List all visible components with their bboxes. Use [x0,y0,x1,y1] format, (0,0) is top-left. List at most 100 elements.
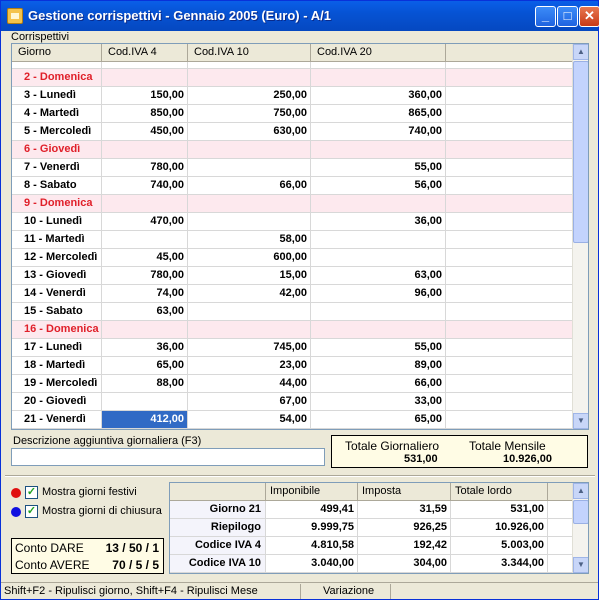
table-row[interactable]: 20 - Giovedì 67,00 33,00 [12,393,574,411]
iva20-cell[interactable]: 36,00 [311,213,446,230]
scroll-thumb[interactable] [573,61,588,243]
iva4-cell[interactable]: 780,00 [102,159,188,176]
iva4-cell[interactable]: 450,00 [102,123,188,140]
summary-header-imponibile[interactable]: Imponibile [266,483,358,501]
iva20-cell[interactable]: 66,00 [311,375,446,392]
scroll-down-icon[interactable]: ▼ [573,413,588,429]
scroll-thumb[interactable] [573,500,588,524]
iva10-cell[interactable]: 600,00 [188,249,311,266]
iva4-cell[interactable] [102,141,188,158]
table-row[interactable]: 10 - Lunedì 470,00 36,00 [12,213,574,231]
iva4-cell[interactable] [102,393,188,410]
table-row[interactable]: 6 - Giovedì [12,141,574,159]
iva4-cell[interactable] [102,195,188,212]
table-row[interactable]: 8 - Sabato 740,00 66,00 56,00 [12,177,574,195]
iva10-cell[interactable] [188,141,311,158]
iva20-cell[interactable]: 55,00 [311,339,446,356]
summary-row[interactable]: Giorno 21 499,41 31,59 531,00 [170,501,574,519]
column-header-iva4[interactable]: Cod.IVA 4 [102,44,188,62]
iva20-cell[interactable] [311,231,446,248]
iva10-cell[interactable] [188,159,311,176]
iva10-cell[interactable]: 54,00 [188,411,311,428]
iva20-cell[interactable] [311,303,446,320]
table-row[interactable]: 2 - Domenica [12,69,574,87]
iva4-cell[interactable]: 36,00 [102,339,188,356]
iva20-cell[interactable]: 360,00 [311,87,446,104]
table-row[interactable]: 22 - Sabato [12,429,574,430]
iva10-cell[interactable]: 250,00 [188,87,311,104]
iva20-cell[interactable]: 33,00 [311,393,446,410]
summary-row[interactable]: Codice IVA 4 4.810,58 192,42 5.003,00 [170,537,574,555]
summary-header-totale-lordo[interactable]: Totale lordo [451,483,548,501]
iva10-cell[interactable]: 67,00 [188,393,311,410]
table-row[interactable]: 16 - Domenica [12,321,574,339]
table-row[interactable]: 19 - Mercoledì 88,00 44,00 66,00 [12,375,574,393]
table-row[interactable]: 5 - Mercoledì 450,00 630,00 740,00 [12,123,574,141]
table-row[interactable]: 1 - Sabato [12,62,574,69]
summary-row[interactable]: Riepilogo mensile9.999,75926,2510.926,00 [170,519,574,550]
column-header-iva10[interactable]: Cod.IVA 10 [188,44,311,62]
iva10-cell[interactable] [188,429,311,430]
checkbox-show-holidays[interactable]: ✓ [25,486,38,499]
iva20-cell[interactable] [311,249,446,266]
iva10-cell[interactable]: 42,00 [188,285,311,302]
iva4-cell[interactable]: 74,00 [102,285,188,302]
iva10-cell[interactable] [188,62,311,68]
iva10-cell[interactable]: 58,00 [188,231,311,248]
iva10-cell[interactable] [188,303,311,320]
maximize-button[interactable]: □ [557,6,578,27]
scroll-up-icon[interactable]: ▲ [573,483,588,499]
iva10-cell[interactable]: 66,00 [188,177,311,194]
description-input[interactable] [11,448,325,466]
iva20-cell[interactable] [311,195,446,212]
iva4-cell[interactable]: 150,00 [102,87,188,104]
iva4-cell[interactable]: 412,00 [102,411,188,428]
iva10-cell[interactable]: 750,00 [188,105,311,122]
corrispettivi-grid[interactable]: Giorno Cod.IVA 4 Cod.IVA 10 Cod.IVA 20 1… [11,43,589,430]
table-row[interactable]: 13 - Giovedì 780,00 15,00 63,00 [12,267,574,285]
table-row[interactable]: 12 - Mercoledì 45,00 600,00 [12,249,574,267]
iva20-cell[interactable]: 89,00 [311,357,446,374]
summary-row[interactable]: Codice IVA 10 3.040,00 304,00 3.344,00 [170,555,574,573]
table-row[interactable]: 7 - Venerdì 780,00 55,00 [12,159,574,177]
iva10-cell[interactable] [188,69,311,86]
iva20-cell[interactable]: 740,00 [311,123,446,140]
table-row[interactable]: 11 - Martedì 58,00 [12,231,574,249]
table-row[interactable]: 15 - Sabato 63,00 [12,303,574,321]
column-header-giorno[interactable]: Giorno [12,44,102,62]
summary-header-imposta[interactable]: Imposta [358,483,451,501]
iva10-cell[interactable] [188,213,311,230]
iva4-cell[interactable]: 780,00 [102,267,188,284]
summary-vertical-scrollbar[interactable]: ▲ ▼ [572,483,588,573]
iva20-cell[interactable] [311,62,446,68]
iva4-cell[interactable] [102,62,188,68]
iva20-cell[interactable] [311,141,446,158]
iva20-cell[interactable]: 55,00 [311,159,446,176]
iva10-cell[interactable] [188,321,311,338]
scroll-down-icon[interactable]: ▼ [573,557,588,573]
scroll-up-icon[interactable]: ▲ [573,44,588,60]
iva20-cell[interactable]: 63,00 [311,267,446,284]
column-header-iva20[interactable]: Cod.IVA 20 [311,44,446,62]
iva4-cell[interactable] [102,231,188,248]
iva10-cell[interactable]: 630,00 [188,123,311,140]
table-row[interactable]: 18 - Martedì 65,00 23,00 89,00 [12,357,574,375]
grid-vertical-scrollbar[interactable]: ▲ ▼ [572,44,588,429]
table-row[interactable]: 3 - Lunedì 150,00 250,00 360,00 [12,87,574,105]
iva20-cell[interactable] [311,321,446,338]
iva4-cell[interactable] [102,321,188,338]
iva20-cell[interactable]: 65,00 [311,411,446,428]
checkbox-show-closing-days[interactable]: ✓ [25,505,38,518]
iva4-cell[interactable] [102,69,188,86]
iva10-cell[interactable] [188,195,311,212]
title-bar[interactable]: Gestione corrispettivi - Gennaio 2005 (E… [1,1,599,31]
iva4-cell[interactable]: 65,00 [102,357,188,374]
iva10-cell[interactable]: 44,00 [188,375,311,392]
iva10-cell[interactable]: 15,00 [188,267,311,284]
iva4-cell[interactable]: 470,00 [102,213,188,230]
table-row[interactable]: 17 - Lunedì 36,00 745,00 55,00 [12,339,574,357]
table-row[interactable]: 9 - Domenica [12,195,574,213]
iva20-cell[interactable]: 56,00 [311,177,446,194]
iva4-cell[interactable]: 850,00 [102,105,188,122]
iva20-cell[interactable] [311,429,446,430]
